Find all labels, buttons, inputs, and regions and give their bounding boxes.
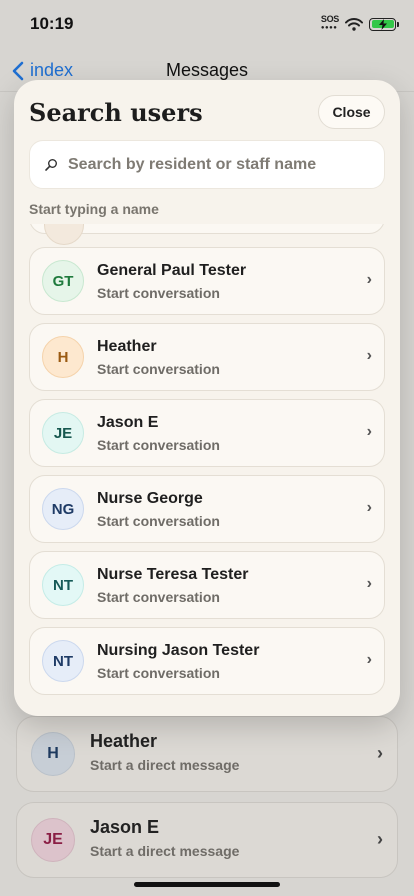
user-action-label: Start conversation xyxy=(97,361,220,377)
user-action-label: Start conversation xyxy=(97,589,220,605)
contact-subtitle: Start a direct message xyxy=(90,757,240,773)
chevron-right-icon: › xyxy=(366,423,372,440)
user-row[interactable]: NG Nurse George Start conversation › xyxy=(29,475,385,543)
sos-indicator: SOS ●●●● xyxy=(321,15,339,33)
chevron-right-icon: › xyxy=(377,743,383,763)
chevron-right-icon: › xyxy=(366,499,372,516)
avatar: JE xyxy=(42,412,84,454)
chevron-right-icon: › xyxy=(366,347,372,364)
avatar: GT xyxy=(42,260,84,302)
avatar: H xyxy=(31,732,75,776)
user-results-list[interactable]: GT General Paul Tester Start conversatio… xyxy=(14,224,400,716)
contact-subtitle: Start a direct message xyxy=(90,843,240,859)
user-action-label: Start conversation xyxy=(97,437,220,453)
user-row[interactable]: GT General Paul Tester Start conversatio… xyxy=(29,247,385,315)
avatar: H xyxy=(42,336,84,378)
user-name: Jason E xyxy=(97,414,159,431)
status-time: 10:19 xyxy=(30,14,74,33)
sos-label: SOS xyxy=(320,14,339,24)
page-title: Messages xyxy=(165,60,249,80)
conversation-row-heather[interactable]: H Heather Start a direct message › xyxy=(16,716,398,792)
search-field[interactable] xyxy=(29,140,385,189)
search-icon xyxy=(45,158,57,171)
list-item-partial[interactable] xyxy=(29,224,385,245)
user-row[interactable]: NT Nursing Jason Tester Start conversati… xyxy=(29,627,385,695)
search-users-modal: Search users Close Start typing a name G… xyxy=(14,80,400,716)
search-input[interactable] xyxy=(68,155,368,174)
user-action-label: Start conversation xyxy=(97,285,220,301)
user-row[interactable]: NT Nurse Teresa Tester Start conversatio… xyxy=(29,551,385,619)
chevron-right-icon: › xyxy=(377,829,383,849)
user-name: Nursing Jason Tester xyxy=(97,642,260,659)
user-name: Nurse George xyxy=(97,490,203,507)
status-bar: 10:19 SOS ●●●● xyxy=(0,0,414,48)
user-name: Heather xyxy=(97,338,157,355)
chevron-right-icon: › xyxy=(366,575,372,592)
close-button[interactable]: Close xyxy=(318,95,385,129)
user-action-label: Start conversation xyxy=(97,513,220,529)
modal-title: Search users xyxy=(29,98,203,127)
avatar xyxy=(44,224,84,245)
battery-icon xyxy=(369,17,399,31)
conversation-row-jason-e[interactable]: JE Jason E Start a direct message › xyxy=(16,802,398,878)
chevron-right-icon: › xyxy=(366,271,372,288)
user-action-label: Start conversation xyxy=(97,665,220,681)
user-row[interactable]: JE Jason E Start conversation › xyxy=(29,399,385,467)
contact-name: Jason E xyxy=(90,817,160,837)
avatar: JE xyxy=(31,818,75,862)
wifi-icon xyxy=(345,17,363,31)
search-hint: Start typing a name xyxy=(29,201,159,217)
avatar: NT xyxy=(42,640,84,682)
user-name: Nurse Teresa Tester xyxy=(97,566,249,583)
avatar: NT xyxy=(42,564,84,606)
user-name: General Paul Tester xyxy=(97,262,247,279)
contact-name: Heather xyxy=(90,731,158,751)
user-row[interactable]: H Heather Start conversation › xyxy=(29,323,385,391)
avatar: NG xyxy=(42,488,84,530)
signal-dots-icon: ●●●● xyxy=(320,25,338,31)
chevron-right-icon: › xyxy=(366,651,372,668)
status-icons: SOS ●●●● xyxy=(321,15,399,33)
home-indicator[interactable] xyxy=(134,882,280,887)
